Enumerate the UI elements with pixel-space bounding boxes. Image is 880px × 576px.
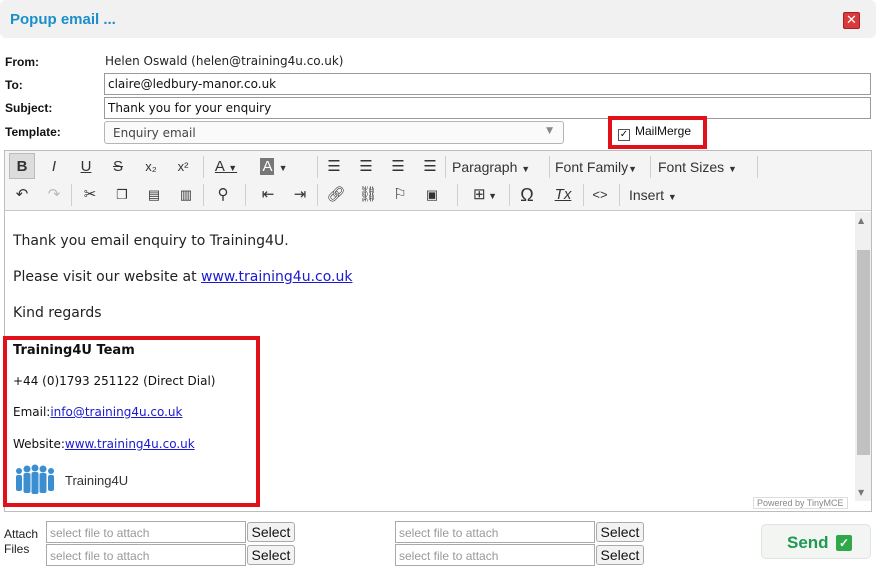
toolbar-separator	[71, 184, 72, 206]
paste-icon[interactable]: ▤	[141, 182, 167, 208]
toolbar-separator	[317, 184, 318, 206]
attach-label-line-1: Attach	[4, 527, 39, 541]
scrollbar-thumb[interactable]	[857, 250, 870, 455]
checkmark-icon: ✓	[836, 535, 852, 551]
body-line-1: Thank you email enquiry to Training4U.	[13, 233, 289, 249]
body-line-3: Kind regards	[13, 305, 102, 321]
toolbar-separator	[549, 156, 550, 178]
font-sizes-label: Font Sizes	[658, 159, 725, 175]
toolbar-separator	[583, 184, 584, 206]
text-color-label: A	[214, 158, 225, 175]
mailmerge-label: MailMerge	[635, 124, 692, 138]
attach-label-line-2: Files	[4, 542, 30, 556]
underline-button[interactable]: U	[73, 154, 99, 180]
from-label: From:	[5, 55, 39, 69]
bg-color-label: A	[260, 158, 275, 175]
select-file-button-1[interactable]: Select	[247, 522, 295, 542]
template-label: Template:	[5, 125, 61, 139]
undo-icon[interactable]: ↶	[9, 182, 35, 208]
select-file-button-2[interactable]: Select	[247, 545, 295, 565]
indent-icon[interactable]: ⇥	[287, 182, 313, 208]
send-button[interactable]: Send ✓	[761, 524, 871, 559]
scroll-up-icon[interactable]: ▲	[858, 216, 864, 225]
toolbar-separator	[445, 156, 446, 178]
bookmark-icon[interactable]: ⚐	[387, 182, 413, 208]
editor-scrollbar[interactable]: ▲ ▼	[855, 212, 871, 501]
scroll-down-icon[interactable]: ▼	[858, 488, 864, 497]
redo-icon[interactable]: ↷	[41, 182, 67, 208]
toolbar-separator	[619, 184, 620, 206]
select-file-button-3[interactable]: Select	[596, 522, 644, 542]
file-input-4[interactable]: select file to attach	[395, 544, 595, 566]
window-title: Popup email ...	[10, 11, 116, 28]
to-input[interactable]: claire@ledbury-manor.co.uk	[104, 73, 871, 95]
mailmerge-checkbox[interactable]: ✓ MailMerge	[618, 124, 691, 141]
body-line-2: Please visit our website at www.training…	[13, 269, 352, 285]
special-character-icon[interactable]: Ω	[514, 182, 540, 208]
to-label: To:	[5, 78, 23, 92]
powered-by-tinymce[interactable]: Powered by TinyMCE	[753, 497, 848, 509]
subject-input[interactable]: Thank you for your enquiry	[104, 97, 871, 119]
send-label: Send	[787, 533, 829, 552]
insert-label: Insert	[629, 187, 665, 203]
align-center-icon[interactable]: ☰	[353, 154, 379, 180]
copy-icon[interactable]: ❐	[109, 182, 135, 208]
bold-button[interactable]: B	[9, 153, 35, 179]
close-icon[interactable]: ✕	[843, 12, 860, 29]
outdent-icon[interactable]: ⇤	[255, 182, 281, 208]
select-file-button-4[interactable]: Select	[596, 545, 644, 565]
font-sizes-dropdown[interactable]: Font Sizes ▼	[658, 154, 737, 180]
toolbar-separator	[203, 156, 204, 178]
file-input-3[interactable]: select file to attach	[395, 521, 595, 543]
file-input-1[interactable]: select file to attach	[46, 521, 246, 543]
paragraph-dropdown[interactable]: Paragraph ▼	[452, 154, 530, 180]
popup-email-window: Popup email ... ✕ From: Helen Oswald (he…	[0, 0, 880, 576]
toolbar-separator	[245, 184, 246, 206]
superscript-button[interactable]: x²	[169, 154, 197, 180]
italic-button[interactable]: I	[41, 154, 67, 180]
clear-formatting-icon[interactable]: Tx	[550, 182, 576, 208]
link-icon[interactable]: 🔗︎	[323, 182, 349, 208]
paste-as-text-icon[interactable]: ▥	[173, 182, 199, 208]
attach-files-label: Attach Files	[4, 527, 38, 557]
toolbar-separator	[650, 156, 651, 178]
font-family-dropdown[interactable]: Font Family▼	[555, 154, 637, 180]
toolbar-separator	[509, 184, 510, 206]
toolbar-separator	[757, 156, 758, 178]
toolbar-separator	[317, 156, 318, 178]
text-color-button[interactable]: A ▼	[209, 154, 243, 180]
title-bar: Popup email ... ✕	[0, 0, 876, 38]
image-icon[interactable]: ▣	[419, 182, 445, 208]
background-color-button[interactable]: A ▼	[257, 154, 291, 180]
website-link[interactable]: www.training4u.co.uk	[201, 269, 352, 285]
align-left-icon[interactable]: ☰	[321, 154, 347, 180]
strikethrough-button[interactable]: S	[105, 154, 131, 180]
cut-icon[interactable]: ✂	[77, 182, 103, 208]
toolbar-separator	[457, 184, 458, 206]
font-family-label: Font Family	[555, 159, 629, 175]
signature-highlight	[3, 336, 260, 507]
subscript-button[interactable]: x₂	[137, 154, 165, 180]
align-justify-icon[interactable]: ☰	[417, 154, 443, 180]
source-code-icon[interactable]: <>	[587, 182, 613, 208]
from-value: Helen Oswald (helen@training4u.co.uk)	[105, 54, 344, 68]
toolbar-separator	[203, 184, 204, 206]
chevron-down-icon: ▼	[546, 126, 553, 136]
paragraph-label: Paragraph	[452, 159, 518, 175]
align-right-icon[interactable]: ☰	[385, 154, 411, 180]
editor-toolbar: B I U S x₂ x² A ▼ A ▼ ☰ ☰ ☰ ☰ Paragraph …	[5, 151, 871, 211]
file-input-2[interactable]: select file to attach	[46, 544, 246, 566]
template-select[interactable]: Enquiry email ▼	[104, 121, 564, 144]
table-icon[interactable]: ⊞ ▼	[465, 182, 505, 208]
subject-label: Subject:	[5, 101, 53, 115]
unlink-icon[interactable]: ⛓︎	[355, 182, 381, 208]
insert-menu[interactable]: Insert ▼	[629, 182, 677, 208]
body-line-2-text: Please visit our website at	[13, 269, 202, 285]
template-selected-value: Enquiry email	[113, 126, 196, 140]
checkbox-checked-icon[interactable]: ✓	[618, 129, 630, 141]
find-replace-icon[interactable]: ⚲	[209, 182, 237, 208]
